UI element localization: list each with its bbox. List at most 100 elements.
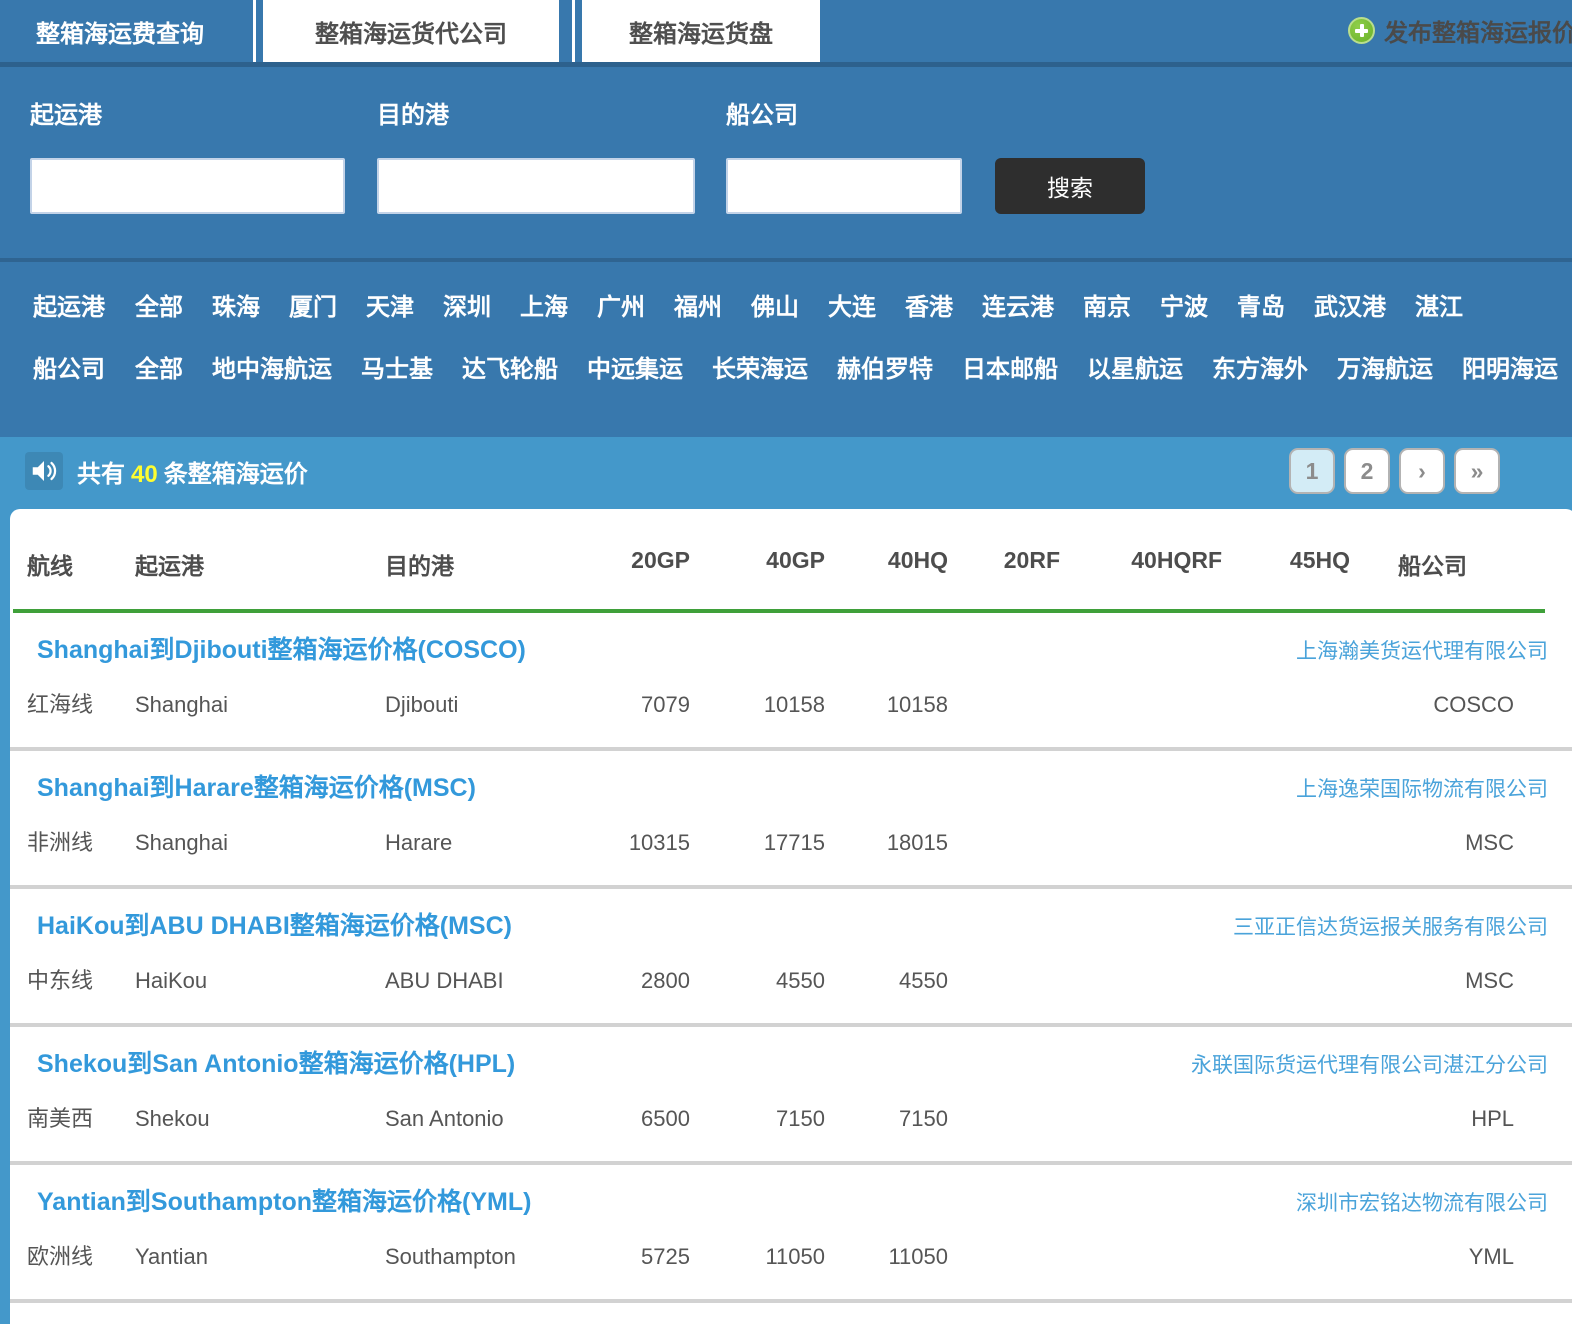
- table-cell-p40gp: 10158: [690, 691, 825, 719]
- origin-filter-option[interactable]: 上海: [520, 287, 568, 322]
- pagination: 12›»: [1289, 448, 1500, 494]
- origin-filter-option[interactable]: 大连: [828, 287, 876, 322]
- table-cell-p20rf: [948, 691, 1060, 719]
- origin-port-input[interactable]: [30, 158, 345, 214]
- table-cell-p40hq: 10158: [825, 691, 948, 719]
- column-header: 起运港: [135, 547, 385, 581]
- result-count-text: 共有40条整箱海运价: [77, 454, 308, 489]
- origin-filter-option[interactable]: 广州: [597, 287, 645, 322]
- search-button[interactable]: 搜索: [995, 158, 1145, 214]
- table-cell-p45hq: [1222, 967, 1350, 995]
- table-cell-p45hq: [1222, 1243, 1350, 1271]
- table-cell-p40gp: 11050: [690, 1243, 825, 1271]
- carrier-filter-row: 船公司 全部地中海航运马士基达飞轮船中远集运长荣海运赫伯罗特日本邮船以星航运东方…: [33, 344, 1572, 388]
- table-cell-p40hqrf: [1060, 691, 1222, 719]
- tab-forwarder-companies[interactable]: 整箱海运货代公司: [263, 0, 559, 62]
- table-cell-destination: Southampton: [385, 1243, 620, 1271]
- table-row: Shanghai到Djibouti整箱海运价格(COSCO) 上海瀚美货运代理有限…: [10, 613, 1572, 747]
- page-button[interactable]: »: [1454, 448, 1500, 494]
- table-body: Shanghai到Djibouti整箱海运价格(COSCO) 上海瀚美货运代理有限…: [10, 613, 1572, 1303]
- table-cell-carrier: COSCO: [1350, 691, 1572, 719]
- table-cell-p40hqrf: [1060, 1243, 1222, 1271]
- origin-filter-options: 全部珠海厦门天津深圳上海广州福州佛山大连香港连云港南京宁波青岛武汉港湛江: [135, 287, 1492, 322]
- origin-filter-option[interactable]: 湛江: [1415, 287, 1463, 322]
- origin-filter-option[interactable]: 全部: [135, 287, 183, 322]
- carrier-filter-option[interactable]: 以星航运: [1087, 349, 1183, 384]
- origin-port-label: 起运港: [30, 95, 345, 130]
- carrier-filter-options: 全部地中海航运马士基达飞轮船中远集运长荣海运赫伯罗特日本邮船以星航运东方海外万海…: [135, 349, 1572, 384]
- column-header: 20GP: [620, 547, 690, 581]
- route-title-link[interactable]: Shanghai到Harare整箱海运价格(MSC): [37, 773, 476, 803]
- company-link[interactable]: 深圳市宏铭达物流有限公司: [1296, 1187, 1548, 1217]
- table-cell-p20gp: 7079: [620, 691, 690, 719]
- table-cell-destination: Harare: [385, 829, 620, 857]
- destination-port-input[interactable]: [377, 158, 695, 214]
- tab-freight-query[interactable]: 整箱海运费查询: [0, 0, 240, 62]
- carrier-filter-option[interactable]: 万海航运: [1337, 349, 1433, 384]
- table-cell-p20gp: 2800: [620, 967, 690, 995]
- page-button[interactable]: ›: [1399, 448, 1445, 494]
- origin-filter-row: 起运港 全部珠海厦门天津深圳上海广州福州佛山大连香港连云港南京宁波青岛武汉港湛江: [33, 282, 1572, 326]
- origin-filter-option[interactable]: 青岛: [1237, 287, 1285, 322]
- company-link[interactable]: 上海逸荣国际物流有限公司: [1296, 773, 1548, 803]
- carrier-filter-option[interactable]: 马士基: [361, 349, 433, 384]
- carrier-filter-option[interactable]: 长荣海运: [712, 349, 808, 384]
- origin-filter-option[interactable]: 珠海: [212, 287, 260, 322]
- plus-circle-icon: [1348, 17, 1375, 44]
- table-cell-p40gp: 17715: [690, 829, 825, 857]
- column-header: 20RF: [948, 547, 1060, 581]
- table-cell-p40hq: 11050: [825, 1243, 948, 1271]
- route-title-link[interactable]: Shanghai到Djibouti整箱海运价格(COSCO): [37, 635, 526, 665]
- origin-filter-option[interactable]: 天津: [366, 287, 414, 322]
- table-cell-line: 非洲线: [27, 829, 135, 857]
- origin-filter-option[interactable]: 连云港: [982, 287, 1054, 322]
- carrier-filter-option[interactable]: 东方海外: [1212, 349, 1308, 384]
- route-title-link[interactable]: Shekou到San Antonio整箱海运价格(HPL): [37, 1049, 515, 1079]
- table-cell-line: 欧洲线: [27, 1243, 135, 1271]
- origin-filter-option[interactable]: 南京: [1083, 287, 1131, 322]
- table-cell-line: 红海线: [27, 691, 135, 719]
- origin-filter-option[interactable]: 佛山: [751, 287, 799, 322]
- table-cell-destination: Djibouti: [385, 691, 620, 719]
- table-cell-p40hq: 4550: [825, 967, 948, 995]
- carrier-filter-option[interactable]: 日本邮船: [962, 349, 1058, 384]
- table-row: HaiKou到ABU DHABI整箱海运价格(MSC) 三亚正信达货运报关服务有限…: [10, 889, 1572, 1023]
- page-header: 整箱海运费查询 整箱海运货代公司 整箱海运货盘 发布整箱海运报价 起运港 目的港…: [0, 0, 1572, 437]
- publish-quote-link[interactable]: 发布整箱海运报价: [1348, 13, 1572, 48]
- tab-cargo-offers[interactable]: 整箱海运货盘: [582, 0, 820, 62]
- table-cell-origin: Shekou: [135, 1105, 385, 1133]
- carrier-filter-option[interactable]: 中远集运: [587, 349, 683, 384]
- table-cell-carrier: MSC: [1350, 967, 1572, 995]
- company-link[interactable]: 三亚正信达货运报关服务有限公司: [1233, 911, 1548, 941]
- company-link[interactable]: 永联国际货运代理有限公司湛江分公司: [1191, 1049, 1548, 1079]
- table-cell-p40hq: 7150: [825, 1105, 948, 1133]
- company-link[interactable]: 上海瀚美货运代理有限公司: [1296, 635, 1548, 665]
- route-title-link[interactable]: Yantian到Southampton整箱海运价格(YML): [37, 1187, 531, 1217]
- carrier-filter-option[interactable]: 阳明海运: [1462, 349, 1558, 384]
- carrier-filter-option[interactable]: 达飞轮船: [462, 349, 558, 384]
- carrier-input[interactable]: [726, 158, 962, 214]
- carrier-filter-option[interactable]: 地中海航运: [212, 349, 332, 384]
- carrier-filter-option[interactable]: 全部: [135, 349, 183, 384]
- results-section: 共有40条整箱海运价 12›» 航线起运港目的港20GP40GP40HQ20RF…: [0, 437, 1572, 1324]
- destination-port-label: 目的港: [377, 95, 695, 130]
- table-cell-p20rf: [948, 1105, 1060, 1133]
- page-button[interactable]: 1: [1289, 448, 1335, 494]
- table-row: Shanghai到Harare整箱海运价格(MSC) 上海逸荣国际物流有限公司非洲…: [10, 751, 1572, 885]
- page-button[interactable]: 2: [1344, 448, 1390, 494]
- column-header: 40HQRF: [1060, 547, 1222, 581]
- route-title-link[interactable]: HaiKou到ABU DHABI整箱海运价格(MSC): [37, 911, 512, 941]
- origin-filter-option[interactable]: 深圳: [443, 287, 491, 322]
- origin-filter-option[interactable]: 宁波: [1160, 287, 1208, 322]
- origin-filter-option[interactable]: 武汉港: [1314, 287, 1386, 322]
- table-cell-destination: San Antonio: [385, 1105, 620, 1133]
- origin-filter-option[interactable]: 厦门: [289, 287, 337, 322]
- table-cell-p20gp: 6500: [620, 1105, 690, 1133]
- origin-filter-option[interactable]: 香港: [905, 287, 953, 322]
- carrier-filter-option[interactable]: 赫伯罗特: [837, 349, 933, 384]
- table-row: Shekou到San Antonio整箱海运价格(HPL) 永联国际货运代理有限公…: [10, 1027, 1572, 1161]
- tab-separator: [253, 0, 256, 62]
- column-header: 45HQ: [1222, 547, 1350, 581]
- tab-bar: 整箱海运费查询 整箱海运货代公司 整箱海运货盘: [0, 0, 1572, 62]
- origin-filter-option[interactable]: 福州: [674, 287, 722, 322]
